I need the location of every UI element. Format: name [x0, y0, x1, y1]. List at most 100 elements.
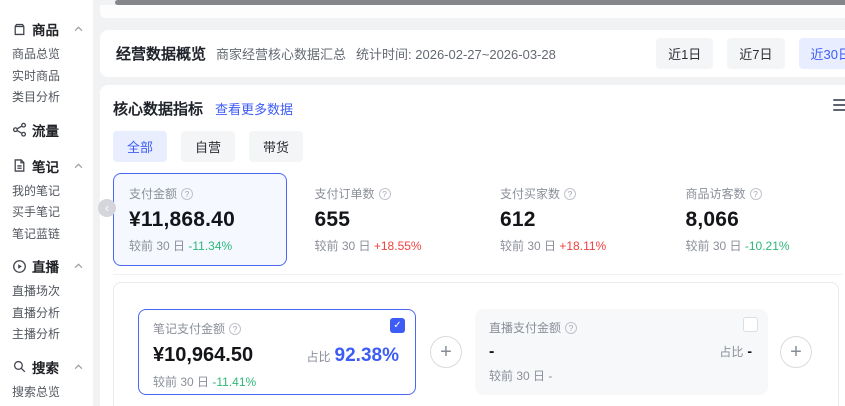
section-title: 核心数据指标: [113, 98, 203, 119]
help-icon[interactable]: ?: [229, 323, 241, 335]
sidebar-section-notes[interactable]: 笔记: [12, 151, 93, 181]
metric-label-row: 支付金额 ?: [129, 185, 271, 202]
breakdown-container: ✓ 笔记支付金额 ? ¥10,964.50 占比 92.38% 较前 30 日: [113, 282, 839, 406]
breakdown-card-live-payment[interactable]: 直播支付金额 ? - 占比 - 较前 30 日 -: [475, 309, 768, 395]
page-subtitle: 商家经营核心数据汇总: [216, 44, 346, 63]
breakdown-value-row: - 占比 -: [489, 343, 754, 361]
search-icon: [12, 359, 27, 374]
breakdown-card-note-payment[interactable]: ✓ 笔记支付金额 ? ¥10,964.50 占比 92.38% 较前 30 日: [138, 309, 416, 395]
sidebar-item-category-analysis[interactable]: 类目分析: [12, 87, 93, 109]
scope-tabs: 全部 自营 带货: [113, 131, 845, 162]
help-icon[interactable]: ?: [565, 322, 577, 334]
help-icon[interactable]: ?: [379, 188, 391, 200]
section-divider: [113, 274, 843, 275]
metric-card-payment-amount[interactable]: 支付金额 ? ¥11,868.40 较前 30 日 -11.34%: [113, 173, 287, 266]
add-metric-button[interactable]: +: [430, 336, 462, 368]
breakdown-delta-row: 较前 30 日 -11.41%: [153, 373, 401, 390]
core-metrics-panel: 核心数据指标 查看更多数据 全部 自营 带货 支付金额 ? ¥11,868.40…: [100, 85, 845, 406]
sidebar-item-my-notes[interactable]: 我的笔记: [12, 181, 93, 203]
sidebar-section-search[interactable]: 搜索: [12, 352, 93, 382]
page-title: 经营数据概览: [116, 43, 206, 64]
header-panel: 经营数据概览 商家经营核心数据汇总 统计时间: 2026-02-27~2026-…: [100, 30, 845, 77]
delta-value: -11.34%: [188, 239, 232, 253]
add-metric-button[interactable]: +: [780, 336, 812, 368]
range-30d-button[interactable]: 近30日: [799, 38, 845, 69]
sidebar-section-products[interactable]: 商品: [12, 14, 93, 44]
sidebar-section-live[interactable]: 直播: [12, 251, 93, 281]
sidebar-section-traffic[interactable]: 流量: [12, 115, 93, 145]
metric-value: 655: [315, 208, 457, 232]
view-more-data-link[interactable]: 查看更多数据: [215, 99, 293, 118]
delta-value: -11.41%: [212, 375, 256, 389]
list-menu-icon[interactable]: [833, 99, 845, 111]
help-icon[interactable]: ?: [181, 188, 193, 200]
help-icon[interactable]: ?: [564, 188, 576, 200]
chevron-up-icon[interactable]: [74, 364, 83, 370]
compare-prefix: 较前 30 日: [500, 239, 556, 253]
sidebar-section-label: 笔记: [32, 156, 59, 176]
sidebar-item-search-overview[interactable]: 搜索总览: [12, 382, 93, 404]
metric-label: 支付金额: [129, 185, 177, 202]
sidebar-group-search: 搜索 搜索总览 引流搜索词: [12, 352, 93, 406]
chevron-up-icon[interactable]: [74, 163, 83, 169]
help-icon[interactable]: ?: [750, 188, 762, 200]
app-window: 商品 商品总览 实时商品 类目分析 流量 笔记: [0, 0, 845, 406]
sidebar-group-products: 商品 商品总览 实时商品 类目分析: [12, 14, 93, 109]
metric-cards-row: 支付金额 ? ¥11,868.40 较前 30 日 -11.34% 支付订单数 …: [113, 173, 843, 266]
sidebar-group-traffic: 流量: [12, 115, 93, 145]
tab-self-operated[interactable]: 自营: [181, 131, 235, 162]
breakdown-value-row: ¥10,964.50 占比 92.38%: [153, 344, 401, 367]
compare-prefix: 较前 30 日: [489, 369, 545, 383]
metric-delta-row: 较前 30 日 -10.21%: [686, 237, 828, 254]
live-icon: [12, 259, 27, 274]
delta-value: +18.11%: [559, 239, 606, 253]
metric-card-product-visitors[interactable]: 商品访客数 ? 8,066 较前 30 日 -10.21%: [670, 173, 844, 266]
share-group: 占比 -: [719, 343, 754, 360]
delta-value: -10.21%: [745, 239, 790, 253]
compare-prefix: 较前 30 日: [686, 239, 742, 253]
compare-prefix: 较前 30 日: [153, 375, 209, 389]
metric-label: 支付订单数: [315, 185, 375, 202]
chevron-up-icon[interactable]: [74, 26, 83, 32]
delta-value: -: [548, 369, 552, 383]
sidebar-item-product-overview[interactable]: 商品总览: [12, 44, 93, 66]
metric-card-payment-buyers[interactable]: 支付买家数 ? 612 较前 30 日 +18.11%: [484, 173, 658, 266]
metric-value: 612: [500, 208, 642, 232]
metric-value: 8,066: [686, 208, 828, 232]
metric-label-row: 支付买家数 ?: [500, 185, 642, 202]
breakdown-label-row: 直播支付金额 ?: [489, 319, 754, 336]
range-7d-button[interactable]: 近7日: [727, 38, 784, 69]
sidebar-section-label: 搜索: [32, 357, 59, 377]
date-range-buttons: 近1日 近7日 近30日: [656, 38, 845, 69]
metric-value: ¥11,868.40: [129, 208, 271, 232]
breakdown-label-row: 笔记支付金额 ?: [153, 320, 401, 337]
section-header-row: 核心数据指标 查看更多数据: [113, 97, 845, 119]
chevron-up-icon[interactable]: [74, 263, 83, 269]
metric-label-row: 商品访客数 ?: [686, 185, 828, 202]
sidebar-item-buyer-notes[interactable]: 买手笔记: [12, 202, 93, 224]
sidebar-item-host-analysis[interactable]: 主播分析: [12, 324, 93, 346]
compare-prefix: 较前 30 日: [315, 239, 371, 253]
compare-prefix: 较前 30 日: [129, 239, 185, 253]
checkbox-unchecked-icon[interactable]: [743, 317, 758, 332]
share-value: -: [747, 343, 752, 359]
cards-prev-arrow[interactable]: ‹: [98, 199, 116, 217]
checkbox-checked-icon[interactable]: ✓: [390, 318, 405, 333]
tab-all[interactable]: 全部: [113, 131, 167, 162]
sidebar-item-live-sessions[interactable]: 直播场次: [12, 281, 93, 303]
metric-card-payment-orders[interactable]: 支付订单数 ? 655 较前 30 日 +18.55%: [299, 173, 473, 266]
stat-time-label: 统计时间: 2026-02-27~2026-03-28: [356, 44, 556, 63]
sidebar-item-live-analysis[interactable]: 直播分析: [12, 303, 93, 325]
note-icon: [12, 158, 27, 173]
tab-affiliate[interactable]: 带货: [249, 131, 303, 162]
sidebar: 商品 商品总览 实时商品 类目分析 流量 笔记: [0, 0, 93, 406]
metric-delta-row: 较前 30 日 +18.11%: [500, 237, 642, 254]
breakdown-value: -: [489, 343, 494, 361]
package-icon: [12, 22, 27, 37]
breakdown-value: ¥10,964.50: [153, 344, 253, 367]
sidebar-item-realtime-products[interactable]: 实时商品: [12, 66, 93, 88]
metric-label: 支付买家数: [500, 185, 560, 202]
range-1d-button[interactable]: 近1日: [656, 38, 713, 69]
sidebar-item-note-bluelink[interactable]: 笔记蓝链: [12, 224, 93, 246]
traffic-share-icon: [12, 122, 27, 137]
